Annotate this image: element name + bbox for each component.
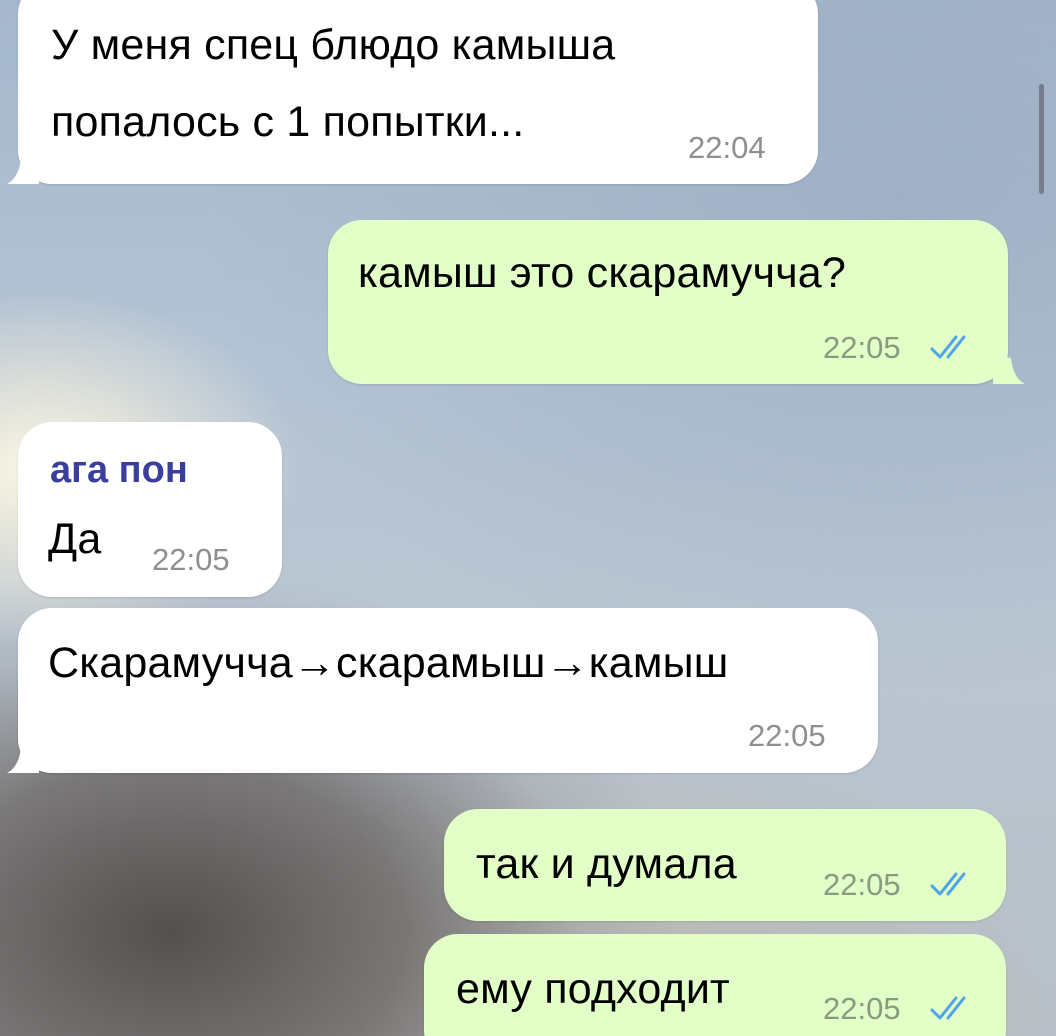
bubble-tail <box>993 354 1025 384</box>
message-text: У меня спец блюдо камыша <box>51 21 616 69</box>
double-check-icon <box>930 996 966 1020</box>
message-time: 22:05 <box>823 991 901 1026</box>
chat-scrollbar[interactable] <box>1039 84 1044 194</box>
bubble-tail <box>7 743 39 773</box>
double-check-icon <box>930 335 966 359</box>
message-time: 22:05 <box>748 718 826 753</box>
message-time: 22:04 <box>688 130 766 165</box>
message-time: 22:05 <box>152 542 230 577</box>
message-time: 22:05 <box>823 867 901 902</box>
reply-quote[interactable]: ага пон <box>50 449 188 492</box>
message-bubble-outgoing[interactable]: так и думала 22:05 <box>444 809 1006 921</box>
message-bubble-incoming[interactable]: ага пон Да 22:05 <box>18 422 282 597</box>
message-text: камыш это скарамучча? <box>358 249 847 297</box>
message-text: Да <box>48 515 102 563</box>
message-time: 22:05 <box>823 330 901 365</box>
message-bubble-incoming[interactable]: Скарамучча→скарамыш→камыш 22:05 <box>7 608 878 773</box>
message-bubble-outgoing[interactable]: камыш это скарамучча? 22:05 <box>328 220 1025 384</box>
message-bubble-outgoing[interactable]: ему подходит 22:05 <box>424 934 1006 1036</box>
bubble-tail <box>7 154 39 184</box>
message-text: Скарамучча→скарамыш→камыш <box>48 639 729 687</box>
message-bubble-incoming[interactable]: У меня спец блюдо камыша попалось с 1 по… <box>7 0 818 184</box>
double-check-icon <box>930 872 966 896</box>
message-text: попалось с 1 попытки... <box>51 98 525 146</box>
message-text: ему подходит <box>456 965 730 1013</box>
message-text: так и думала <box>476 840 737 888</box>
